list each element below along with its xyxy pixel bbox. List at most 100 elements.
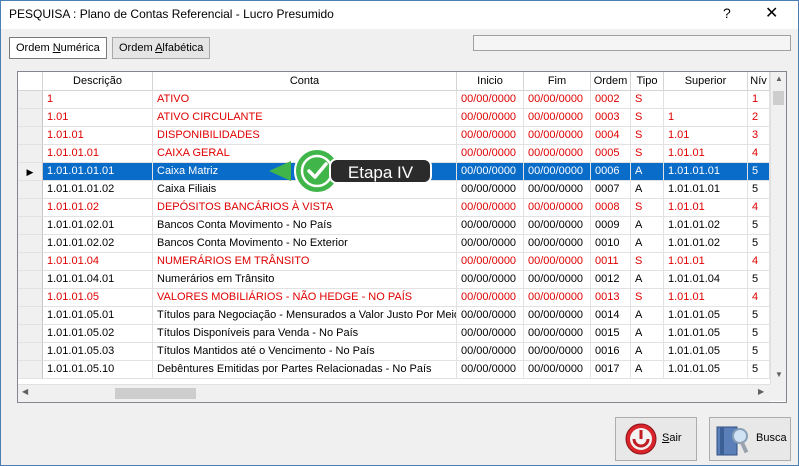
row-indicator[interactable] bbox=[18, 361, 43, 379]
cell-inicio[interactable]: 00/00/0000 bbox=[457, 361, 524, 379]
row-indicator[interactable] bbox=[18, 217, 43, 235]
row-indicator[interactable] bbox=[18, 271, 43, 289]
cell-ordem[interactable]: 0003 bbox=[591, 109, 631, 127]
cell-conta[interactable]: Títulos para Negociação - Mensurados a V… bbox=[153, 307, 457, 325]
cell-descricao[interactable]: 1.01.01.01.02 bbox=[43, 181, 153, 199]
cell-superior[interactable]: 1.01 bbox=[664, 127, 748, 145]
cell-descricao[interactable]: 1 bbox=[43, 91, 153, 109]
cell-nivel[interactable]: 5 bbox=[748, 271, 770, 289]
header-nivel[interactable]: Nív bbox=[748, 72, 770, 90]
cell-superior[interactable]: 1.01.01.02 bbox=[664, 217, 748, 235]
header-superior[interactable]: Superior bbox=[664, 72, 748, 90]
row-indicator[interactable] bbox=[18, 145, 43, 163]
cell-ordem[interactable]: 0008 bbox=[591, 199, 631, 217]
cell-superior[interactable]: 1.01.01 bbox=[664, 145, 748, 163]
cell-nivel[interactable]: 5 bbox=[748, 307, 770, 325]
cell-inicio[interactable]: 00/00/0000 bbox=[457, 235, 524, 253]
cell-superior[interactable]: 1.01.01.01 bbox=[664, 181, 748, 199]
cell-nivel[interactable]: 3 bbox=[748, 127, 770, 145]
cell-tipo[interactable]: A bbox=[631, 325, 664, 343]
cell-superior[interactable]: 1.01.01.05 bbox=[664, 307, 748, 325]
help-button[interactable]: ? bbox=[723, 5, 731, 21]
scroll-right-icon[interactable]: ▶ bbox=[758, 387, 764, 396]
cell-ordem[interactable]: 0017 bbox=[591, 361, 631, 379]
cell-inicio[interactable]: 00/00/0000 bbox=[457, 91, 524, 109]
cell-ordem[interactable]: 0007 bbox=[591, 181, 631, 199]
cell-superior[interactable]: 1.01.01 bbox=[664, 253, 748, 271]
cell-fim[interactable]: 00/00/0000 bbox=[524, 199, 591, 217]
cell-inicio[interactable]: 00/00/0000 bbox=[457, 307, 524, 325]
cell-tipo[interactable]: A bbox=[631, 217, 664, 235]
header-ordem[interactable]: Ordem bbox=[591, 72, 631, 90]
cell-superior[interactable]: 1.01.01.02 bbox=[664, 235, 748, 253]
cell-superior[interactable]: 1.01.01.05 bbox=[664, 325, 748, 343]
cell-inicio[interactable]: 00/00/0000 bbox=[457, 325, 524, 343]
cell-conta[interactable]: DISPONIBILIDADES bbox=[153, 127, 457, 145]
vertical-scroll-thumb[interactable] bbox=[773, 91, 784, 105]
tab-ordem-alfabetica[interactable]: Ordem Alfabética bbox=[112, 37, 211, 59]
cell-fim[interactable]: 00/00/0000 bbox=[524, 145, 591, 163]
cell-inicio[interactable]: 00/00/0000 bbox=[457, 109, 524, 127]
cell-ordem[interactable]: 0013 bbox=[591, 289, 631, 307]
cell-descricao[interactable]: 1.01.01.01.01 bbox=[43, 163, 153, 181]
cell-fim[interactable]: 00/00/0000 bbox=[524, 307, 591, 325]
cell-tipo[interactable]: A bbox=[631, 343, 664, 361]
table-row[interactable]: 1.01 ATIVO CIRCULANTE 00/00/0000 00/00/0000… bbox=[18, 109, 770, 127]
cell-superior[interactable]: 1.01.01 bbox=[664, 199, 748, 217]
cell-nivel[interactable]: 4 bbox=[748, 253, 770, 271]
cell-ordem[interactable]: 0002 bbox=[591, 91, 631, 109]
horizontal-scroll-thumb[interactable] bbox=[115, 388, 196, 399]
cell-descricao[interactable]: 1.01 bbox=[43, 109, 153, 127]
table-row[interactable]: 1.01.01.05 VALORES MOBILIÁRIOS - NÃO HEDG… bbox=[18, 289, 770, 307]
cell-inicio[interactable]: 00/00/0000 bbox=[457, 181, 524, 199]
header-conta[interactable]: Conta bbox=[153, 72, 457, 90]
table-row[interactable]: 1.01.01.02.01 Bancos Conta Movimento - No… bbox=[18, 217, 770, 235]
cell-nivel[interactable]: 4 bbox=[748, 199, 770, 217]
cell-descricao[interactable]: 1.01.01.05.02 bbox=[43, 325, 153, 343]
cell-tipo[interactable]: A bbox=[631, 307, 664, 325]
cell-nivel[interactable]: 1 bbox=[748, 91, 770, 109]
cell-fim[interactable]: 00/00/0000 bbox=[524, 109, 591, 127]
cell-nivel[interactable]: 5 bbox=[748, 235, 770, 253]
cell-nivel[interactable]: 5 bbox=[748, 361, 770, 379]
cell-nivel[interactable]: 5 bbox=[748, 163, 770, 181]
cell-superior[interactable] bbox=[664, 91, 748, 109]
cell-tipo[interactable]: S bbox=[631, 91, 664, 109]
cell-descricao[interactable]: 1.01.01.04.01 bbox=[43, 271, 153, 289]
cell-fim[interactable]: 00/00/0000 bbox=[524, 271, 591, 289]
cell-nivel[interactable]: 4 bbox=[748, 145, 770, 163]
cell-fim[interactable]: 00/00/0000 bbox=[524, 163, 591, 181]
cell-conta[interactable]: Bancos Conta Movimento - No Exterior bbox=[153, 235, 457, 253]
close-button[interactable]: ✕ bbox=[765, 3, 778, 23]
cell-tipo[interactable]: S bbox=[631, 289, 664, 307]
cell-nivel[interactable]: 2 bbox=[748, 109, 770, 127]
cell-conta[interactable]: ATIVO bbox=[153, 91, 457, 109]
cell-ordem[interactable]: 0014 bbox=[591, 307, 631, 325]
cell-ordem[interactable]: 0011 bbox=[591, 253, 631, 271]
cell-conta[interactable]: Títulos Mantidos até o Vencimento - No P… bbox=[153, 343, 457, 361]
table-row[interactable]: 1.01.01.04.01 Numerários em Trânsito 00/00… bbox=[18, 271, 770, 289]
table-row[interactable]: 1.01.01 DISPONIBILIDADES 00/00/0000 00/00/0… bbox=[18, 127, 770, 145]
cell-fim[interactable]: 00/00/0000 bbox=[524, 361, 591, 379]
cell-ordem[interactable]: 0004 bbox=[591, 127, 631, 145]
table-row[interactable]: 1.01.01.05.01 Títulos para Negociação - M… bbox=[18, 307, 770, 325]
cell-superior[interactable]: 1.01.01.04 bbox=[664, 271, 748, 289]
cell-inicio[interactable]: 00/00/0000 bbox=[457, 163, 524, 181]
cell-inicio[interactable]: 00/00/0000 bbox=[457, 271, 524, 289]
cell-inicio[interactable]: 00/00/0000 bbox=[457, 127, 524, 145]
cell-inicio[interactable]: 00/00/0000 bbox=[457, 343, 524, 361]
cell-ordem[interactable]: 0006 bbox=[591, 163, 631, 181]
busca-button[interactable]: Busca bbox=[709, 417, 791, 461]
table-row[interactable]: 1.01.01.05.03 Títulos Mantidos até o Venc… bbox=[18, 343, 770, 361]
scroll-up-icon[interactable]: ▲ bbox=[771, 74, 786, 83]
cell-inicio[interactable]: 00/00/0000 bbox=[457, 145, 524, 163]
table-row[interactable]: 1.01.01.02.02 Bancos Conta Movimento - No… bbox=[18, 235, 770, 253]
cell-descricao[interactable]: 1.01.01 bbox=[43, 127, 153, 145]
cell-tipo[interactable]: S bbox=[631, 253, 664, 271]
cell-descricao[interactable]: 1.01.01.02.02 bbox=[43, 235, 153, 253]
row-indicator[interactable] bbox=[18, 235, 43, 253]
cell-ordem[interactable]: 0016 bbox=[591, 343, 631, 361]
cell-inicio[interactable]: 00/00/0000 bbox=[457, 289, 524, 307]
cell-nivel[interactable]: 5 bbox=[748, 325, 770, 343]
cell-conta[interactable]: DEPÓSITOS BANCÁRIOS À VISTA bbox=[153, 199, 457, 217]
